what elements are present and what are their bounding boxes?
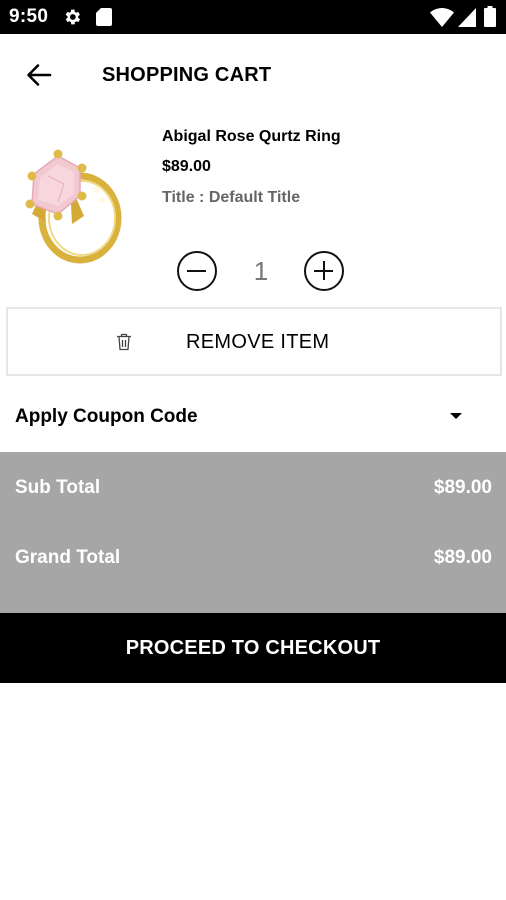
remove-item-button[interactable]: REMOVE ITEM xyxy=(6,307,502,376)
page-title: SHOPPING CART xyxy=(102,64,272,86)
trash-icon xyxy=(117,333,131,351)
decrease-quantity-button[interactable] xyxy=(177,251,217,291)
totals-panel: Sub Total $89.00 Grand Total $89.00 xyxy=(0,452,506,613)
product-image[interactable] xyxy=(18,130,136,270)
status-time: 9:50 xyxy=(9,6,49,27)
proceed-to-checkout-button[interactable]: PROCEED TO CHECKOUT xyxy=(0,613,506,683)
sd-card-icon xyxy=(96,8,112,26)
battery-icon xyxy=(484,6,496,27)
product-name: Abigal Rose Qurtz Ring xyxy=(162,128,341,145)
coupon-label: Apply Coupon Code xyxy=(15,406,198,427)
sub-total-value: $89.00 xyxy=(433,477,492,498)
status-bar: 9:50 xyxy=(0,0,506,34)
back-button[interactable] xyxy=(22,58,56,92)
remove-item-label: REMOVE ITEM xyxy=(186,331,330,353)
gear-icon xyxy=(65,9,81,25)
product-price: $89.00 xyxy=(162,158,211,175)
signal-icon xyxy=(458,8,476,27)
increase-quantity-button[interactable] xyxy=(304,251,344,291)
coupon-dropdown[interactable]: Apply Coupon Code xyxy=(0,386,506,448)
quantity-value: 1 xyxy=(253,256,269,286)
sub-total-label: Sub Total xyxy=(15,477,101,498)
dropdown-arrow-icon xyxy=(450,413,462,419)
arrow-left-icon xyxy=(27,64,52,86)
wifi-icon xyxy=(430,8,454,27)
grand-total-value: $89.00 xyxy=(433,547,492,568)
product-variant: Title : Default Title xyxy=(162,189,301,206)
grand-total-label: Grand Total xyxy=(15,547,121,568)
